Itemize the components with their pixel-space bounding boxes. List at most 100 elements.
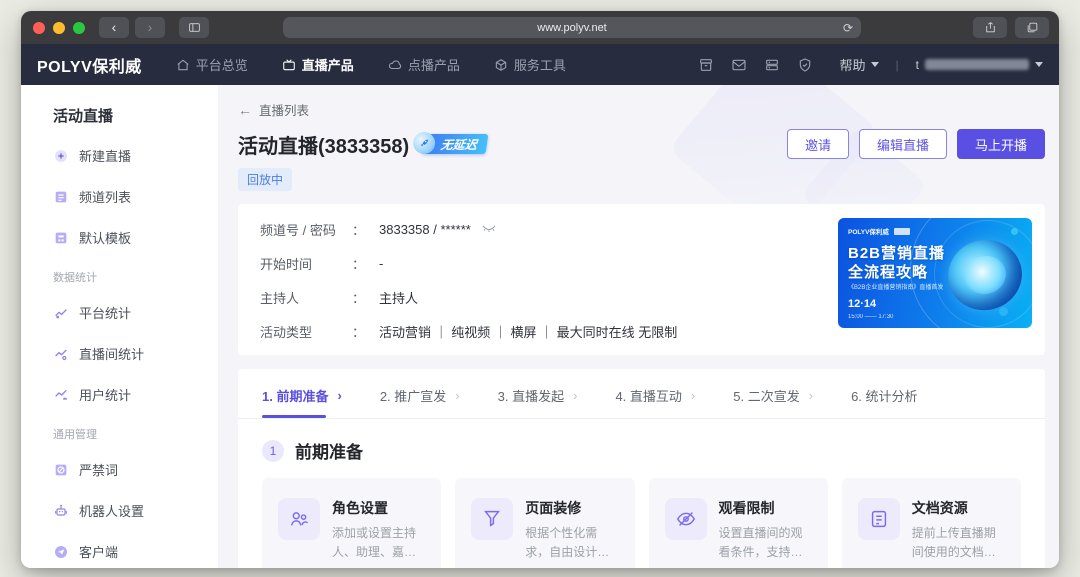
info-row-start-time: 开始时间 ： - (260, 254, 838, 273)
minimize-window-button[interactable] (53, 22, 65, 34)
start-live-button[interactable]: 马上开播 (957, 129, 1045, 159)
help-menu[interactable]: 帮助 (840, 55, 879, 74)
chevron-right-icon: › (455, 388, 459, 403)
sidebar-item-new-live[interactable]: 新建直播 (53, 146, 218, 165)
no-delay-badge: 无延迟 (422, 134, 489, 154)
line-chart-icon (53, 305, 69, 321)
sidebar-icon (188, 21, 201, 34)
feature-card-page-decoration[interactable]: 页面装修 根据个性化需求，自由设计配置直播间元素，支持自… (455, 478, 634, 568)
close-window-button[interactable] (33, 22, 45, 34)
archive-icon[interactable] (698, 57, 714, 73)
step-tab-preparation[interactable]: 1. 前期准备› (262, 386, 342, 418)
sidebar-item-robot-settings[interactable]: 机器人设置 (53, 501, 218, 520)
client-icon (53, 544, 69, 560)
edit-live-button[interactable]: 编辑直播 (859, 129, 947, 159)
step-tab-promotion[interactable]: 2. 推广宣发› (380, 386, 460, 418)
activity-type-value: 活动营销 ｜ 纯视频 ｜ 横屏 ｜ 最大同时在线 无限制 (379, 322, 677, 341)
url-text: www.polyv.net (537, 22, 607, 34)
zoom-window-button[interactable] (73, 22, 85, 34)
cloud-icon (388, 58, 402, 72)
banner-date: 12·14 (848, 298, 876, 310)
promo-banner[interactable]: POLYV保利威 B2B营销直播 全流程攻略 《B2B企业直播营销指南》直播首发… (838, 218, 1032, 328)
page-title: 活动直播(3833358) (238, 130, 409, 159)
nav-item-label: 点播产品 (408, 55, 460, 74)
sidebar-item-platform-stats[interactable]: 平台统计 (53, 303, 218, 322)
url-bar[interactable]: www.polyv.net ⟳ (283, 17, 861, 38)
room-chart-icon (53, 346, 69, 362)
sidebar-item-client[interactable]: 客户端 (53, 542, 218, 561)
sidebar-item-default-template[interactable]: 默认模板 (53, 228, 218, 247)
nav-item-label: 服务工具 (514, 55, 566, 74)
shield-icon[interactable] (797, 57, 813, 73)
info-row-type: 活动类型 ： 活动营销 ｜ 纯视频 ｜ 横屏 ｜ 最大同时在线 无限制 (260, 322, 838, 341)
browser-sidebar-toggle-button[interactable] (179, 17, 209, 38)
robot-icon (53, 503, 69, 519)
mail-icon[interactable] (731, 57, 747, 73)
step-tab-launch[interactable]: 3. 直播发起› (498, 386, 578, 418)
sidebar-item-room-stats[interactable]: 直播间统计 (53, 344, 218, 363)
show-password-icon[interactable] (481, 222, 497, 237)
section-title: 前期准备 (295, 438, 363, 463)
sidebar-group-stats: 数据统计 (53, 269, 218, 285)
browser-window: ‹ › www.polyv.net ⟳ POLYV保利威 平台总览 直播产品 (21, 11, 1059, 568)
banned-icon (53, 462, 69, 478)
chevron-right-icon: › (809, 388, 813, 403)
user-account-menu[interactable]: t (916, 58, 1043, 72)
tabs-icon (1026, 21, 1039, 34)
start-time-value: - (379, 256, 383, 271)
username-redacted (925, 59, 1029, 70)
feature-card-role-settings[interactable]: 角色设置 添加或设置主持人、助理、嘉宾的信息，以及新增助… (262, 478, 441, 568)
tabs-overview-button[interactable] (1015, 17, 1049, 38)
refresh-icon[interactable]: ⟳ (843, 21, 853, 35)
info-row-channel: 频道号 / 密码 ： 3833358 / ****** (260, 220, 838, 239)
steps-bar: 1. 前期准备› 2. 推广宣发› 3. 直播发起› 4. 直播互动› 5. 二… (238, 369, 1045, 419)
browser-forward-button[interactable]: › (135, 17, 165, 38)
nav-item-platform-overview[interactable]: 平台总览 (176, 55, 248, 74)
sidebar-group-general: 通用管理 (53, 426, 218, 442)
plus-circle-icon (53, 148, 69, 164)
nav-item-service-tools[interactable]: 服务工具 (494, 55, 566, 74)
home-icon (176, 58, 190, 72)
panel-icon[interactable] (764, 57, 780, 73)
nav-item-live-products[interactable]: 直播产品 (282, 55, 354, 74)
sidebar-item-channel-list[interactable]: 频道列表 (53, 187, 218, 206)
step-tab-interaction[interactable]: 4. 直播互动› (615, 386, 695, 418)
info-row-host: 主持人 ： 主持人 (260, 288, 838, 307)
sidebar: 活动直播 新建直播 频道列表 默认模板 数据统计 平台统计 直播间统计 (21, 85, 218, 568)
breadcrumb[interactable]: ← 直播列表 (238, 100, 1045, 119)
decorate-funnel-icon (471, 498, 513, 540)
invite-button[interactable]: 邀请 (787, 129, 849, 159)
template-icon (53, 230, 69, 246)
browser-titlebar: ‹ › www.polyv.net ⟳ (21, 11, 1059, 44)
live-tv-icon (282, 58, 296, 72)
share-button[interactable] (973, 17, 1007, 38)
status-badge: 回放中 (238, 168, 292, 191)
step-tab-secondary-promo[interactable]: 5. 二次宣发› (733, 386, 813, 418)
chevron-down-icon (1035, 62, 1043, 67)
share-icon (984, 21, 997, 34)
browser-back-button[interactable]: ‹ (99, 17, 129, 38)
cube-icon (494, 58, 508, 72)
sidebar-item-user-stats[interactable]: 用户统计 (53, 385, 218, 404)
nav-item-label: 平台总览 (196, 55, 248, 74)
banner-time: 15:00 —— 17:30 (848, 314, 893, 320)
live-info-card: 频道号 / 密码 ： 3833358 / ****** 开始时间 ： - 主持人 (238, 204, 1045, 355)
sidebar-item-banned-words[interactable]: 严禁词 (53, 460, 218, 479)
feature-card-document-resources[interactable]: 文档资源 提前上传直播期间使用的文档资源，减少直播中的失… (842, 478, 1021, 568)
polyv-logo[interactable]: POLYV保利威 (37, 53, 142, 77)
feature-card-watch-restriction[interactable]: 观看限制 设置直播间的观看条件，支持白名单、报名观看、验… (649, 478, 828, 568)
step-tab-analytics[interactable]: 6. 统计分析 (851, 386, 917, 418)
banner-dot (999, 307, 1008, 316)
nav-item-label: 直播产品 (302, 55, 354, 74)
banner-cobrand-logo (894, 228, 910, 235)
banner-polyv-logo: POLYV保利威 (848, 226, 889, 236)
rocket-icon (413, 132, 435, 154)
banner-title-line1: B2B营销直播 (848, 242, 945, 263)
no-delay-label: 无延迟 (440, 136, 478, 153)
username-text: t (916, 58, 919, 72)
host-value: 主持人 (379, 288, 418, 307)
channel-password-value: 3833358 / ****** (379, 222, 471, 237)
app-navbar: POLYV保利威 平台总览 直播产品 点播产品 服务工具 (21, 44, 1059, 85)
chevron-right-icon: › (337, 388, 341, 403)
nav-item-vod-products[interactable]: 点播产品 (388, 55, 460, 74)
